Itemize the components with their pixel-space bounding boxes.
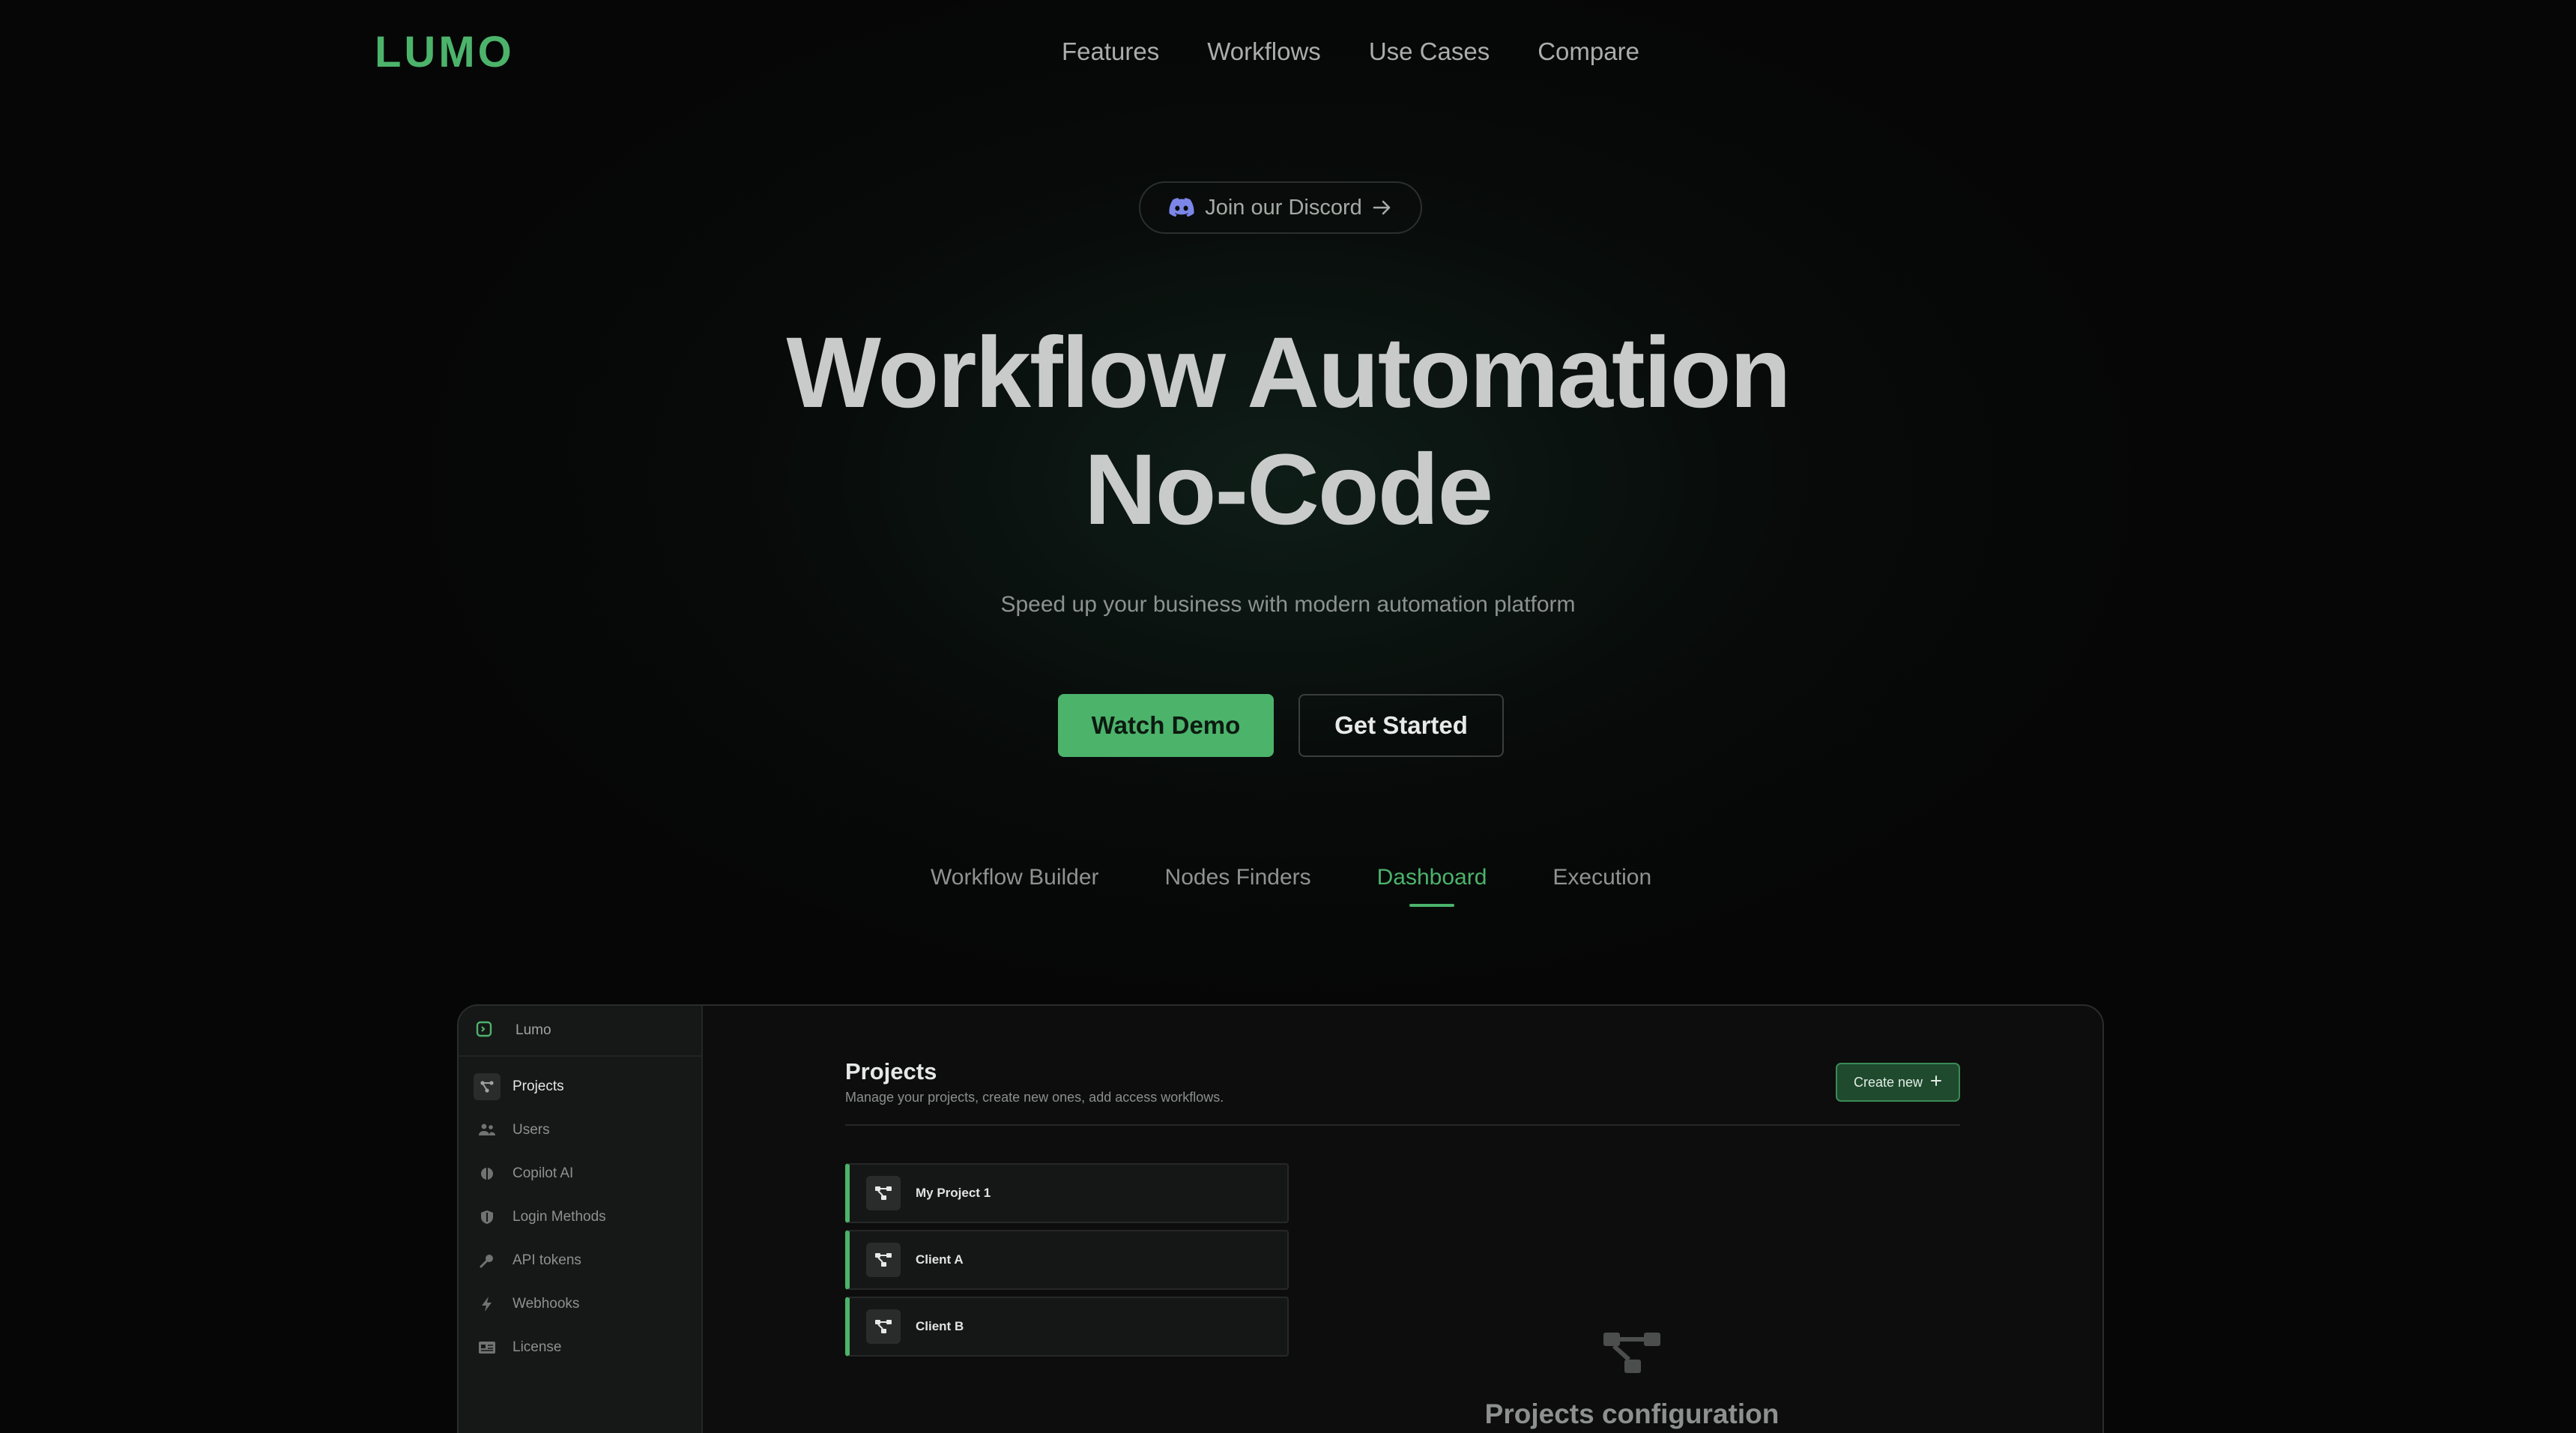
sidebar-item-label: Webhooks bbox=[513, 1296, 580, 1312]
project-row-my-project-1[interactable]: My Project 1 bbox=[845, 1163, 1289, 1223]
projects-subtitle: Manage your projects, create new ones, a… bbox=[845, 1090, 1224, 1105]
arrow-right-icon bbox=[1373, 199, 1392, 216]
sidebar-item-label: Projects bbox=[513, 1078, 564, 1094]
discord-label: Join our Discord bbox=[1205, 195, 1362, 220]
sidebar-item-api-tokens[interactable]: API tokens bbox=[466, 1243, 694, 1279]
tab-nodes-finders[interactable]: Nodes Finders bbox=[1165, 865, 1311, 907]
tab-workflow-builder[interactable]: Workflow Builder bbox=[931, 865, 1099, 907]
nav-use-cases[interactable]: Use Cases bbox=[1369, 37, 1490, 66]
sidebar-header: Lumo bbox=[459, 1006, 701, 1057]
workflow-icon bbox=[866, 1309, 901, 1344]
sidebar-item-projects[interactable]: Projects bbox=[466, 1069, 694, 1105]
nav-features[interactable]: Features bbox=[1062, 37, 1159, 66]
bolt-icon bbox=[474, 1291, 501, 1318]
project-row-client-b[interactable]: Client B bbox=[845, 1297, 1289, 1357]
tab-execution[interactable]: Execution bbox=[1552, 865, 1651, 907]
workflow-icon bbox=[474, 1073, 501, 1100]
sidebar-item-label: Users bbox=[513, 1122, 550, 1138]
top-nav: Features Workflows Use Cases Compare bbox=[1062, 37, 1639, 66]
users-icon bbox=[474, 1117, 501, 1144]
plus-icon bbox=[1930, 1075, 1942, 1090]
sidebar-item-label: License bbox=[513, 1339, 562, 1355]
dashboard-preview: Lumo Projects Users Copilot AI Login Met… bbox=[457, 1004, 2104, 1433]
header-divider bbox=[845, 1124, 1960, 1126]
sidebar-item-label: Login Methods bbox=[513, 1209, 606, 1225]
shield-icon bbox=[474, 1204, 501, 1231]
hero-title-line-1: Workflow Automation bbox=[786, 317, 1791, 429]
projects-title: Projects bbox=[845, 1058, 937, 1084]
logo[interactable]: LUMO bbox=[375, 27, 515, 77]
workflow-icon bbox=[866, 1176, 901, 1210]
brain-icon bbox=[474, 1160, 501, 1187]
workflow-icon bbox=[1602, 1330, 1662, 1380]
get-started-button[interactable]: Get Started bbox=[1298, 694, 1504, 757]
key-icon bbox=[474, 1247, 501, 1274]
sidebar: Lumo Projects Users Copilot AI Login Met… bbox=[459, 1006, 703, 1433]
discord-icon bbox=[1169, 198, 1194, 217]
id-card-icon bbox=[474, 1334, 501, 1361]
project-name: Client B bbox=[916, 1319, 964, 1333]
hero-subtitle: Speed up your business with modern autom… bbox=[1000, 592, 1576, 617]
watch-demo-button[interactable]: Watch Demo bbox=[1058, 694, 1274, 757]
sidebar-item-license[interactable]: License bbox=[466, 1330, 694, 1366]
workflow-icon bbox=[866, 1243, 901, 1277]
sidebar-item-webhooks[interactable]: Webhooks bbox=[466, 1286, 694, 1322]
project-list: My Project 1 Client A Client B bbox=[845, 1163, 1289, 1363]
sidebar-item-copilot-ai[interactable]: Copilot AI bbox=[466, 1156, 694, 1192]
hero-title-line-2: No-Code bbox=[1083, 434, 1493, 546]
sidebar-brand: Lumo bbox=[515, 1022, 551, 1038]
empty-state-title: Projects configuration bbox=[1484, 1399, 1780, 1429]
sidebar-item-users[interactable]: Users bbox=[466, 1112, 694, 1148]
create-new-label: Create new bbox=[1853, 1074, 1923, 1090]
sidebar-list: Projects Users Copilot AI Login Methods … bbox=[459, 1057, 701, 1366]
landing-page: LUMO Features Workflows Use Cases Compar… bbox=[0, 0, 2576, 1433]
discord-button[interactable]: Join our Discord bbox=[1139, 181, 1422, 234]
sidebar-item-login-methods[interactable]: Login Methods bbox=[466, 1199, 694, 1235]
create-new-button[interactable]: Create new bbox=[1836, 1063, 1960, 1102]
hero-title: Workflow Automation No-Code bbox=[0, 315, 2576, 549]
tab-dashboard[interactable]: Dashboard bbox=[1377, 865, 1487, 907]
sidebar-item-label: API tokens bbox=[513, 1252, 581, 1268]
project-row-client-a[interactable]: Client A bbox=[845, 1230, 1289, 1290]
nav-workflows[interactable]: Workflows bbox=[1207, 37, 1321, 66]
sidebar-item-label: Copilot AI bbox=[513, 1165, 574, 1181]
projects-panel: Projects Manage your projects, create ne… bbox=[703, 1006, 2102, 1433]
project-name: My Project 1 bbox=[916, 1186, 991, 1200]
lumo-logo-icon bbox=[475, 1020, 493, 1042]
nav-compare[interactable]: Compare bbox=[1538, 37, 1639, 66]
project-name: Client A bbox=[916, 1252, 964, 1267]
feature-tabs: Workflow Builder Nodes Finders Dashboard… bbox=[931, 865, 1651, 907]
